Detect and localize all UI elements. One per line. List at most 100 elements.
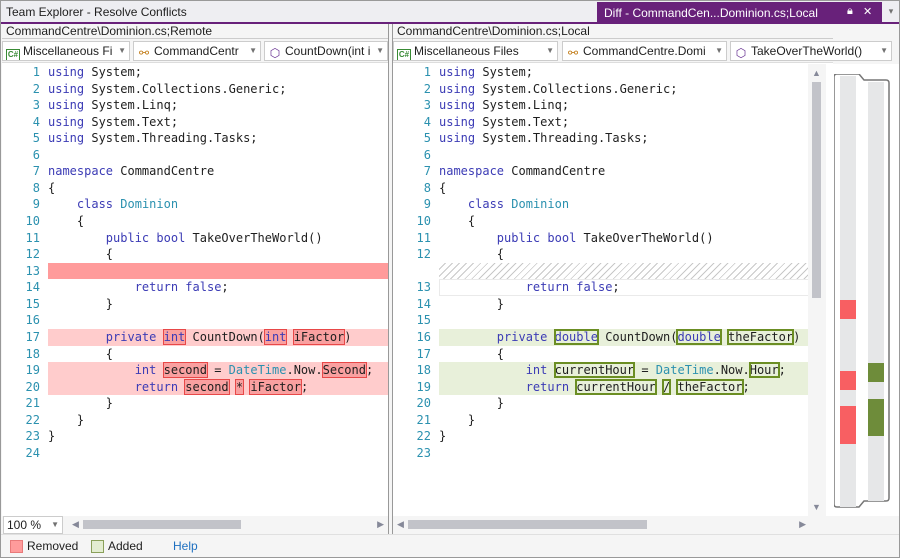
overview-removed-mark[interactable] <box>840 300 856 319</box>
local-code-line[interactable]: 5 using System.Threading.Tasks; <box>393 130 833 147</box>
remote-code-line[interactable]: 17 private int CountDown(int iFactor) <box>2 328 388 346</box>
remote-member-combo[interactable]: ⬡ CountDown(int i ▼ <box>264 41 388 61</box>
vertical-scroll-thumb[interactable] <box>812 82 821 299</box>
remote-code-line[interactable]: 24 <box>2 445 388 462</box>
scroll-up-icon[interactable]: ▲ <box>812 68 821 78</box>
remote-code-line[interactable]: 21 } <box>2 395 388 412</box>
remote-code-line[interactable]: 15 } <box>2 296 388 313</box>
remote-code-line[interactable]: 14 return false; <box>2 279 388 296</box>
local-member-combo[interactable]: ⬡ TakeOverTheWorld() ▼ <box>730 41 892 61</box>
remote-pane: CommandCentre\Dominion.cs;Remote C# Misce… <box>2 24 388 516</box>
remote-code-line[interactable]: 22 } <box>2 412 388 429</box>
remote-project-combo[interactable]: C# Miscellaneous Fi ▼ <box>2 41 130 61</box>
line-text: { <box>439 180 447 195</box>
remote-code-line[interactable]: 13 <box>2 262 388 280</box>
line-number: 19 <box>416 379 431 394</box>
remote-code-line[interactable]: 10 { <box>2 213 388 230</box>
remote-code-line[interactable]: 7 namespace CommandCentre <box>2 163 388 180</box>
local-code-line[interactable]: 18 int currentHour = DateTime.Now.Hour; <box>393 362 833 379</box>
remote-code-line[interactable]: 19 int second = DateTime.Now.Second; <box>2 362 388 379</box>
overview-right-column <box>868 82 884 501</box>
overview-removed-mark[interactable] <box>840 371 856 391</box>
local-horizontal-scrollbar[interactable]: ◀ ▶ <box>393 516 808 534</box>
line-number: 6 <box>32 147 40 162</box>
line-number: 16 <box>25 313 40 328</box>
local-code-line[interactable]: 15 <box>393 312 833 329</box>
line-text: using System.Text; <box>48 114 179 129</box>
remote-code-line[interactable]: 4 using System.Text; <box>2 114 388 131</box>
overview-removed-mark[interactable] <box>840 406 856 445</box>
line-text: { <box>48 180 56 195</box>
remote-code-line[interactable]: 16 <box>2 312 388 329</box>
zoom-level-combo[interactable]: 100 % ▼ <box>3 516 63 534</box>
remote-horizontal-scrollbar[interactable]: ◀ ▶ <box>68 516 386 534</box>
remote-code-line[interactable]: 5 using System.Threading.Tasks; <box>2 130 388 147</box>
close-icon[interactable]: ✕ <box>863 5 872 18</box>
line-text: using System; <box>48 65 142 79</box>
remote-horizontal-thumb[interactable] <box>83 520 242 529</box>
remote-code-line[interactable]: 23} <box>2 428 388 445</box>
remote-code-line[interactable]: 20 return second * iFactor; <box>2 378 388 396</box>
local-code-line[interactable]: 20 } <box>393 395 833 412</box>
tab-dropdown-icon[interactable]: ▾ <box>885 6 897 18</box>
local-code-line[interactable]: 17 { <box>393 346 833 363</box>
local-code-line[interactable]: 14 } <box>393 296 833 313</box>
local-code-line[interactable]: 3 using System.Linq; <box>393 97 833 114</box>
local-code-line[interactable]: 13 return false; <box>393 279 833 296</box>
help-link[interactable]: Help <box>173 539 198 553</box>
remote-code-line[interactable]: 8{ <box>2 180 388 197</box>
remote-code-line[interactable]: 18 { <box>2 346 388 363</box>
document-tab[interactable]: Diff - CommandCen...Dominion.cs;Local 🔒︎… <box>597 2 882 24</box>
local-code-line[interactable]: 21 } <box>393 412 833 429</box>
local-code-line[interactable]: 1 using System; <box>393 64 833 81</box>
scroll-right-icon[interactable]: ▶ <box>377 519 384 530</box>
remote-code-line[interactable]: 6 <box>2 147 388 164</box>
line-text: } <box>48 412 85 427</box>
vertical-scrollbar[interactable]: ▲ ▼ <box>808 64 826 516</box>
local-project-combo[interactable]: C# Miscellaneous Files ▼ <box>393 41 558 61</box>
line-number: 3 <box>32 98 40 113</box>
scroll-down-icon[interactable]: ▼ <box>812 502 821 512</box>
local-code-line[interactable]: 9 class Dominion <box>393 196 833 213</box>
local-code-line[interactable]: 12 { <box>393 246 833 263</box>
local-code-line[interactable]: 6 <box>393 147 833 164</box>
overview-added-mark[interactable] <box>868 398 884 436</box>
local-code-line[interactable]: 4 using System.Text; <box>393 114 833 131</box>
remote-class-combo[interactable]: ⚯ CommandCentr ▼ <box>133 41 261 61</box>
remote-code-line[interactable]: 2 using System.Collections.Generic; <box>2 81 388 98</box>
local-code-line[interactable]: 22} <box>393 428 833 445</box>
pin-icon[interactable]: 🔒︎ <box>847 5 853 18</box>
remote-code-line[interactable]: 9 class Dominion <box>2 196 388 213</box>
remote-code-line[interactable]: 12 { <box>2 246 388 263</box>
local-class-combo[interactable]: ⚯ CommandCentre.Domi ▼ <box>562 41 727 61</box>
local-code-line[interactable] <box>393 262 833 280</box>
local-code-line[interactable]: 10 { <box>393 213 833 230</box>
local-code-line[interactable]: 7 namespace CommandCentre <box>393 163 833 180</box>
diff-overview-margin[interactable] <box>826 64 900 516</box>
local-code-line[interactable]: 2 using System.Collections.Generic; <box>393 81 833 98</box>
local-code-line[interactable]: 23 <box>393 445 833 462</box>
line-text: int currentHour = DateTime.Now.Hour; <box>525 362 786 379</box>
remote-code-line[interactable]: 1 using System; <box>2 64 388 81</box>
remote-code-line[interactable]: 3 using System.Linq; <box>2 97 388 114</box>
scroll-left-icon[interactable]: ◀ <box>397 519 404 530</box>
local-horizontal-thumb[interactable] <box>408 520 647 529</box>
line-text: using System.Threading.Tasks; <box>48 131 258 146</box>
remote-code-editor[interactable]: 1 using System; 2 using System.Collections.… <box>2 64 388 514</box>
local-code-line[interactable]: 8{ <box>393 180 833 197</box>
local-code-line[interactable]: 11 public bool TakeOverTheWorld() <box>393 230 833 247</box>
line-number: 1 <box>32 65 40 79</box>
line-number: 22 <box>25 412 40 427</box>
local-code-editor[interactable]: 1 using System; 2 using System.Collections.… <box>393 64 833 514</box>
local-code-line[interactable]: 16 private double CountDown(double theFa… <box>393 328 833 346</box>
scroll-left-icon[interactable]: ◀ <box>72 519 79 530</box>
scroll-right-icon[interactable]: ▶ <box>799 519 806 530</box>
overview-added-mark[interactable] <box>868 363 884 382</box>
line-text: { <box>439 214 476 229</box>
remote-code-line[interactable]: 11 public bool TakeOverTheWorld() <box>2 230 388 247</box>
local-code-line[interactable]: 19 return currentHour / theFactor; <box>393 378 833 396</box>
line-text: namespace CommandCentre <box>439 164 606 179</box>
line-number: 15 <box>25 296 40 311</box>
line-number: 20 <box>416 396 431 411</box>
line-number: 10 <box>25 214 40 229</box>
